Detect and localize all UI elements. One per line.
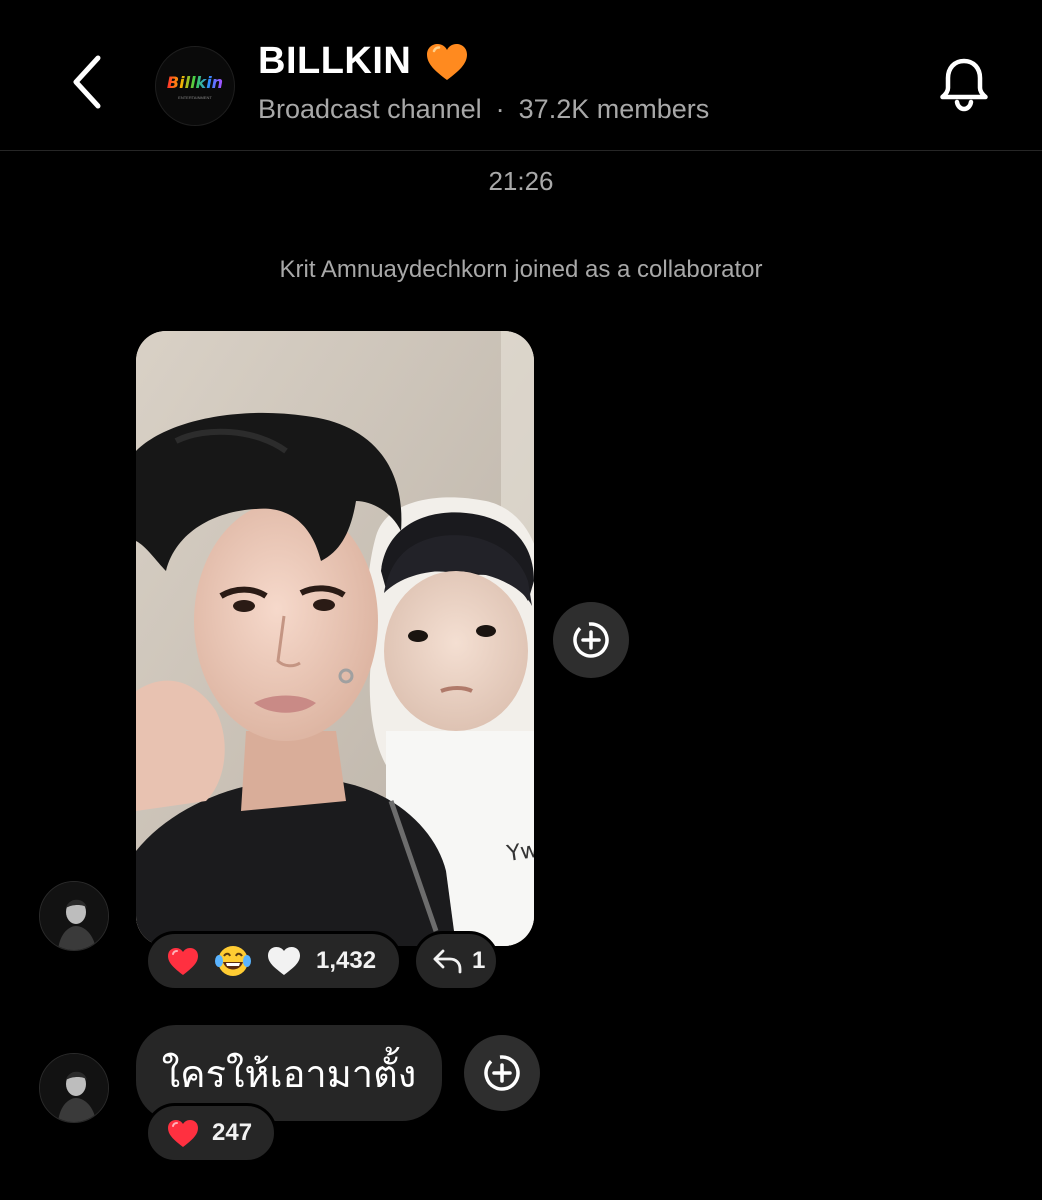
reaction-count: 1,432 <box>316 947 377 974</box>
back-button[interactable] <box>58 52 118 112</box>
reply-count-button[interactable]: 1 <box>413 931 499 991</box>
selfie-photo: Yw <box>136 331 534 946</box>
share-plus-icon <box>484 1055 520 1091</box>
reply-arrow-icon <box>433 949 462 974</box>
channel-name: BILLKIN <box>258 40 412 82</box>
reaction-summary[interactable]: 247 <box>145 1103 277 1163</box>
reply-count: 1 <box>472 947 486 974</box>
heart-icon <box>168 1120 198 1147</box>
channel-title[interactable]: BILLKIN <box>258 40 469 83</box>
bell-icon <box>940 58 988 112</box>
sender-avatar[interactable] <box>39 881 109 951</box>
photo-message[interactable]: Yw <box>136 331 534 946</box>
chevron-left-icon <box>73 55 101 109</box>
channel-type: Broadcast channel <box>258 94 482 124</box>
sender-avatar[interactable] <box>39 1053 109 1123</box>
share-message-button[interactable] <box>464 1035 540 1111</box>
share-photo-button[interactable] <box>553 602 629 678</box>
notifications-button[interactable] <box>934 52 994 116</box>
tears-of-joy-icon <box>215 946 251 976</box>
avatar-sub-text: ENTERTAINMENT <box>178 95 212 100</box>
channel-subtitle: Broadcast channel · 37.2K members <box>258 94 709 125</box>
heart-icon <box>168 948 198 975</box>
reaction-summary[interactable]: 1,432 <box>145 931 402 991</box>
white-heart-icon <box>268 947 300 975</box>
system-message: Krit Amnuaydechkorn joined as a collabor… <box>279 256 763 283</box>
share-plus-icon <box>573 622 609 658</box>
sender-photo <box>40 1054 108 1122</box>
billkin-logo-icon: Billkin <box>167 73 223 92</box>
sender-photo <box>40 882 108 950</box>
message-timestamp: 21:26 <box>488 166 554 196</box>
orange-heart-icon <box>427 43 468 80</box>
channel-header: Billkin ENTERTAINMENT BILLKIN Broadcast … <box>0 0 1042 151</box>
separator-dot: · <box>495 94 505 124</box>
member-count: 37.2K members <box>518 94 710 124</box>
svg-text:Yw: Yw <box>504 838 534 867</box>
avatar-logo-text: Billkin <box>167 73 223 92</box>
message-text: ใครให้เอามาตั้ง <box>161 1053 417 1096</box>
reaction-count: 247 <box>212 1119 253 1146</box>
channel-avatar[interactable]: Billkin ENTERTAINMENT <box>155 46 235 126</box>
